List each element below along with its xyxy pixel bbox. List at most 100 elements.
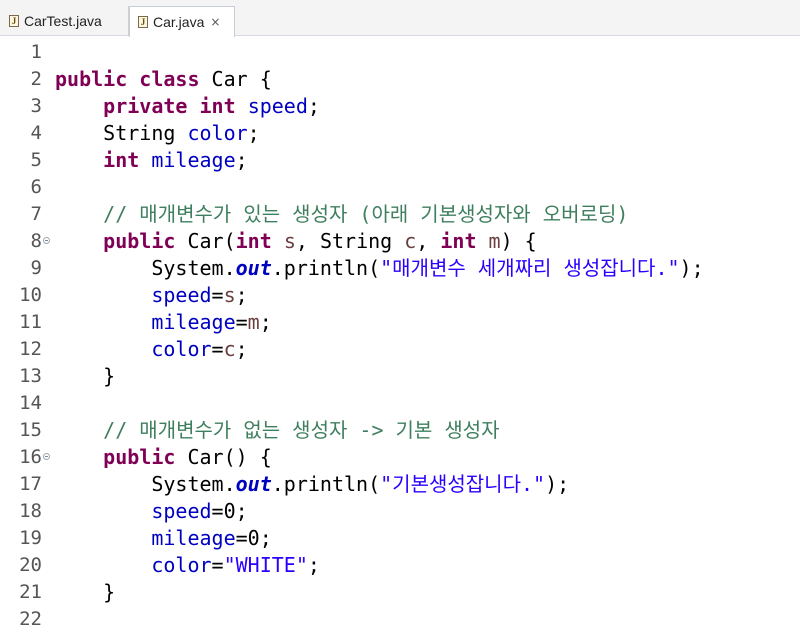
line-number: 19 <box>19 527 42 549</box>
code-text: color=c; <box>55 336 248 363</box>
code-line[interactable]: 5 int mileage; <box>0 147 800 174</box>
code-line[interactable]: 15 // 매개변수가 없는 생성자 -> 기본 생성자 <box>0 417 800 444</box>
code-token: .println( <box>271 256 381 280</box>
code-line[interactable]: 4 String color; <box>0 120 800 147</box>
code-editor[interactable]: 1 2 public class Car {3 private int speed;… <box>0 37 800 631</box>
code-token: Car { <box>199 67 272 91</box>
code-token: speed <box>247 94 308 118</box>
code-line[interactable]: 8 public Car(int s, String c, int m) { <box>0 228 800 255</box>
tab-label: CarTest.java <box>24 13 102 29</box>
code-text: System.out.println("매개변수 세개짜리 생성잡니다."); <box>55 255 704 282</box>
code-token: m <box>488 229 501 253</box>
code-token: , <box>416 229 441 253</box>
eclipse-editor-window: J CarTest.java J Car.java × 1 2 public cla… <box>0 0 800 631</box>
code-text: public Car() { <box>55 444 272 471</box>
code-token: mileage <box>151 526 236 550</box>
line-number: 20 <box>19 554 42 576</box>
code-line[interactable]: 10 speed=s; <box>0 282 800 309</box>
code-token: ; <box>259 310 272 334</box>
code-token: ); <box>679 256 704 280</box>
code-line[interactable]: 11 mileage=m; <box>0 309 800 336</box>
code-token: class <box>139 67 200 91</box>
code-line[interactable]: 18 speed=0; <box>0 498 800 525</box>
code-line[interactable]: 9 System.out.println("매개변수 세개짜리 생성잡니다.")… <box>0 255 800 282</box>
code-token: color <box>151 553 212 577</box>
line-number: 5 <box>30 149 42 171</box>
java-file-icon: J <box>138 16 148 28</box>
code-line[interactable]: 12 color=c; <box>0 336 800 363</box>
fold-collapse-icon[interactable] <box>43 237 50 244</box>
code-text: // 매개변수가 있는 생성자 (아래 기본생성자와 오버로딩) <box>55 201 628 228</box>
code-line[interactable]: 17 System.out.println("기본생성잡니다."); <box>0 471 800 498</box>
line-number: 11 <box>19 311 42 333</box>
code-token: m <box>247 310 260 334</box>
code-token: = <box>211 283 224 307</box>
line-number: 7 <box>30 203 42 225</box>
code-line[interactable]: 3 private int speed; <box>0 93 800 120</box>
code-text: System.out.println("기본생성잡니다."); <box>55 471 569 498</box>
code-token: public <box>103 445 176 469</box>
code-line[interactable]: 13 } <box>0 363 800 390</box>
code-token: // 매개변수가 없는 생성자 -> 기본 생성자 <box>103 418 500 442</box>
code-token: out <box>235 472 272 496</box>
code-token: c <box>404 229 417 253</box>
code-line[interactable]: 14 <box>0 390 800 417</box>
code-token: int <box>103 148 140 172</box>
code-token: ; <box>307 553 320 577</box>
code-token: Car() { <box>175 445 272 469</box>
code-line[interactable]: 20 color="WHITE"; <box>0 552 800 579</box>
code-token: } <box>55 364 116 388</box>
code-text: } <box>55 579 115 606</box>
tab-car-java[interactable]: J Car.java × <box>129 6 235 37</box>
line-number: 21 <box>19 581 42 603</box>
java-file-icon: J <box>9 15 19 27</box>
code-text: public class Car { <box>55 66 272 93</box>
code-token: ; <box>307 94 320 118</box>
editor-tab-bar: J CarTest.java J Car.java × <box>0 0 800 37</box>
tab-cartest-java[interactable]: J CarTest.java <box>0 6 129 36</box>
code-line[interactable]: 16 public Car() { <box>0 444 800 471</box>
code-token: } <box>55 580 116 604</box>
line-number: 6 <box>30 176 42 198</box>
code-token: speed <box>151 499 212 523</box>
code-token: speed <box>151 283 212 307</box>
code-token: ) { <box>500 229 537 253</box>
line-number: 3 <box>30 95 42 117</box>
code-token: System. <box>55 256 236 280</box>
code-line[interactable]: 7 // 매개변수가 있는 생성자 (아래 기본생성자와 오버로딩) <box>0 201 800 228</box>
code-token: =0; <box>211 499 248 523</box>
code-token: = <box>211 337 224 361</box>
code-token: "WHITE" <box>223 553 308 577</box>
code-token: int <box>199 94 236 118</box>
code-line[interactable]: 22 <box>0 606 800 631</box>
code-token: ; <box>235 283 248 307</box>
line-number: 18 <box>19 500 42 522</box>
code-token: "매개변수 세개짜리 생성잡니다." <box>380 256 680 280</box>
code-line[interactable]: 6 <box>0 174 800 201</box>
code-text: int mileage; <box>55 147 248 174</box>
code-line[interactable]: 2 public class Car { <box>0 66 800 93</box>
close-icon[interactable]: × <box>210 15 220 29</box>
code-token: ; <box>235 337 248 361</box>
code-line[interactable]: 1 <box>0 39 800 66</box>
code-token: color <box>151 337 212 361</box>
fold-collapse-icon[interactable] <box>43 453 50 460</box>
code-token: int <box>440 229 477 253</box>
line-number: 13 <box>19 365 42 387</box>
code-token: = <box>235 310 248 334</box>
code-text: mileage=0; <box>55 525 271 552</box>
code-token: out <box>235 256 272 280</box>
code-token: s <box>283 229 296 253</box>
code-line[interactable]: 19 mileage=0; <box>0 525 800 552</box>
code-line[interactable]: 21 } <box>0 579 800 606</box>
